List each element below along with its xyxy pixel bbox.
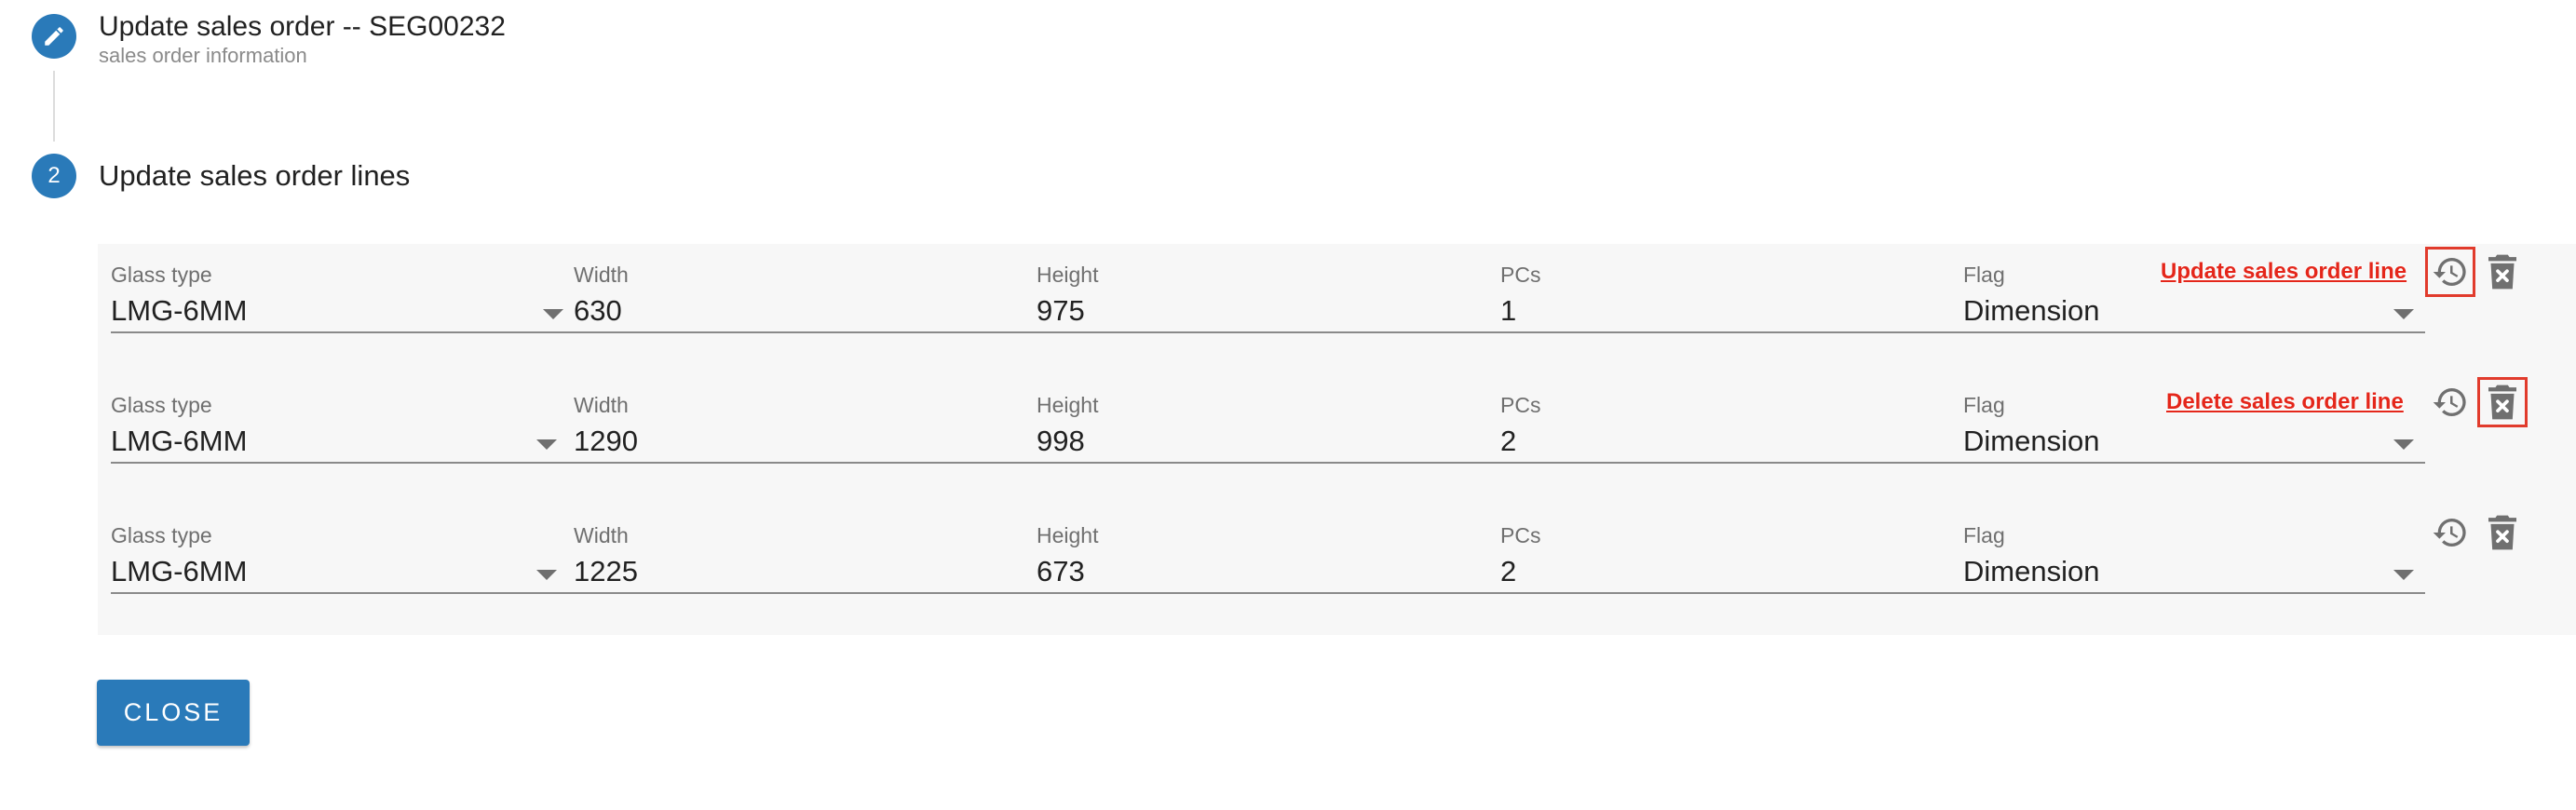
pcs-label: PCs bbox=[1500, 393, 1541, 417]
line-underline bbox=[111, 462, 2425, 464]
history-icon bbox=[2433, 388, 2466, 416]
glass-type-label: Glass type bbox=[111, 393, 212, 417]
height-label: Height bbox=[1037, 393, 1099, 417]
flag-label: Flag bbox=[1963, 523, 2005, 547]
glass-type-label: Glass type bbox=[111, 523, 212, 547]
history-icon bbox=[2433, 258, 2466, 286]
sales-order-line: Glass type LMG-6MM Width 630 Height 975 … bbox=[98, 244, 2576, 374]
update-sales-order-page: Update sales order -- SEG00232 sales ord… bbox=[0, 0, 2576, 810]
height-label: Height bbox=[1037, 263, 1099, 287]
width-field[interactable]: Width 1225 bbox=[574, 514, 1021, 602]
dropdown-arrow-icon bbox=[536, 439, 557, 450]
width-value: 630 bbox=[574, 294, 622, 327]
width-label: Width bbox=[574, 393, 629, 417]
step2-title: Update sales order lines bbox=[99, 159, 411, 192]
flag-value: Dimension bbox=[1963, 555, 2100, 587]
glass-type-select[interactable]: Glass type LMG-6MM bbox=[111, 253, 576, 342]
step1-title: Update sales order -- SEG00232 bbox=[99, 11, 506, 42]
glass-type-value: LMG-6MM bbox=[111, 425, 248, 457]
width-field[interactable]: Width 1290 bbox=[574, 384, 1021, 472]
pcs-label: PCs bbox=[1500, 263, 1541, 287]
delete-line-button[interactable] bbox=[2480, 510, 2525, 555]
pcs-field[interactable]: PCs 2 bbox=[1500, 514, 1947, 602]
width-value: 1290 bbox=[574, 425, 638, 457]
height-label: Height bbox=[1037, 523, 1099, 547]
glass-type-value: LMG-6MM bbox=[111, 555, 248, 587]
flag-select[interactable]: Flag Dimension bbox=[1963, 514, 2429, 602]
pcs-field[interactable]: PCs 1 bbox=[1500, 253, 1947, 342]
flag-label: Flag bbox=[1963, 263, 2005, 287]
pcs-field[interactable]: PCs 2 bbox=[1500, 384, 1947, 472]
step2-indicator: 2 bbox=[32, 154, 76, 198]
delete-icon bbox=[2488, 385, 2516, 420]
glass-type-select[interactable]: Glass type LMG-6MM bbox=[111, 384, 576, 472]
pcs-value: 2 bbox=[1500, 555, 1517, 587]
delete-line-annotation: Delete sales order line bbox=[2166, 389, 2404, 414]
height-value: 998 bbox=[1037, 425, 1085, 457]
history-icon bbox=[2433, 519, 2466, 547]
height-value: 673 bbox=[1037, 555, 1085, 587]
width-value: 1225 bbox=[574, 555, 638, 587]
update-line-button[interactable] bbox=[2428, 380, 2473, 425]
glass-type-select[interactable]: Glass type LMG-6MM bbox=[111, 514, 576, 602]
sales-order-lines-panel: Glass type LMG-6MM Width 630 Height 975 … bbox=[98, 244, 2576, 635]
step-connector bbox=[53, 71, 55, 142]
update-line-button[interactable] bbox=[2425, 247, 2475, 297]
glass-type-value: LMG-6MM bbox=[111, 294, 248, 327]
update-line-button[interactable] bbox=[2428, 510, 2473, 555]
glass-type-label: Glass type bbox=[111, 263, 212, 287]
dropdown-arrow-icon bbox=[2393, 309, 2414, 319]
flag-value: Dimension bbox=[1963, 294, 2100, 327]
step1-subtitle: sales order information bbox=[99, 44, 307, 67]
line-underline bbox=[111, 331, 2425, 333]
dropdown-arrow-icon bbox=[2393, 570, 2414, 580]
flag-value: Dimension bbox=[1963, 425, 2100, 457]
delete-icon bbox=[2488, 515, 2516, 550]
sales-order-line: Glass type LMG-6MM Width 1225 Height 673… bbox=[98, 505, 2576, 635]
height-field[interactable]: Height 975 bbox=[1037, 253, 1484, 342]
width-field[interactable]: Width 630 bbox=[574, 253, 1021, 342]
dropdown-arrow-icon bbox=[543, 309, 563, 319]
height-value: 975 bbox=[1037, 294, 1085, 327]
close-button[interactable]: CLOSE bbox=[97, 680, 250, 746]
update-line-annotation: Update sales order line bbox=[2161, 259, 2407, 284]
delete-icon bbox=[2488, 254, 2516, 290]
width-label: Width bbox=[574, 523, 629, 547]
dropdown-arrow-icon bbox=[536, 570, 557, 580]
pcs-value: 2 bbox=[1500, 425, 1517, 457]
step1-indicator bbox=[32, 14, 76, 59]
pcs-label: PCs bbox=[1500, 523, 1541, 547]
line-underline bbox=[111, 592, 2425, 594]
flag-label: Flag bbox=[1963, 393, 2005, 417]
dropdown-arrow-icon bbox=[2393, 439, 2414, 450]
sales-order-line: Glass type LMG-6MM Width 1290 Height 998… bbox=[98, 374, 2576, 505]
delete-line-button[interactable] bbox=[2477, 377, 2528, 427]
pcs-value: 1 bbox=[1500, 294, 1517, 327]
pencil-icon bbox=[45, 27, 63, 46]
height-field[interactable]: Height 673 bbox=[1037, 514, 1484, 602]
height-field[interactable]: Height 998 bbox=[1037, 384, 1484, 472]
width-label: Width bbox=[574, 263, 629, 287]
delete-line-button[interactable] bbox=[2480, 250, 2525, 294]
